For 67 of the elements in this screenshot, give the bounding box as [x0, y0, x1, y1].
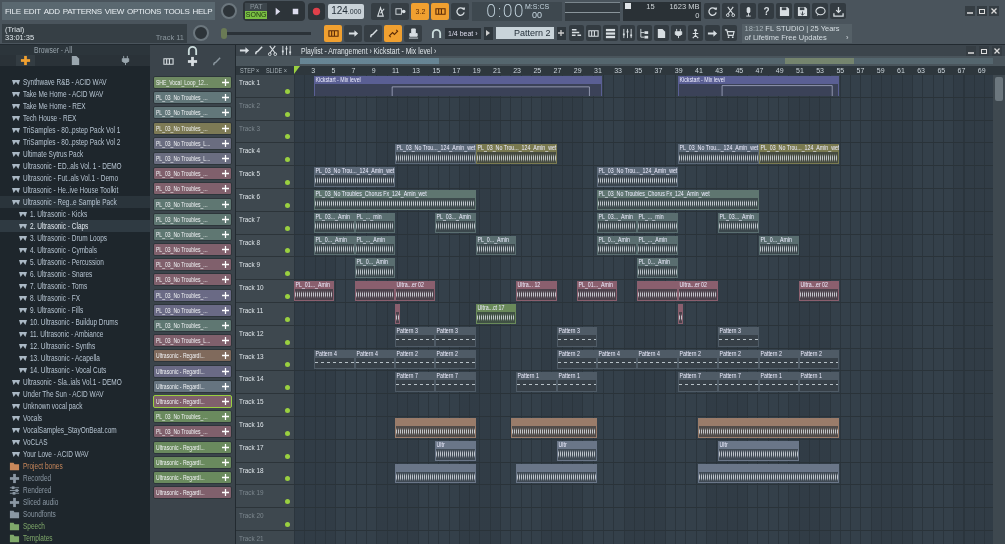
- browser-item[interactable]: Your Love - ACID WAV: [0, 448, 150, 460]
- track-label: Track 8: [239, 237, 261, 247]
- browser-item[interactable]: 10. Ultrasonic - Buildup Drums: [0, 316, 150, 328]
- track-label: Track 1: [239, 78, 261, 87]
- menu-item[interactable]: PATTERNS: [62, 6, 102, 16]
- browser-folder[interactable]: Sliced audio: [0, 496, 150, 508]
- browser-item[interactable]: Ultrasonic - Sla..ials Vol.1 - DEMO: [0, 376, 150, 388]
- track-label: Track 16: [239, 419, 264, 429]
- browser-item[interactable]: 6. Ultrasonic - Snares: [0, 268, 150, 280]
- track-label: Track 17: [239, 442, 264, 452]
- track-label: Track 4: [239, 146, 261, 156]
- browser-item[interactable]: Ultrasonic - He..ive House Toolkit: [0, 184, 150, 196]
- track-label: Track 11: [239, 305, 264, 315]
- track-label: Track 13: [239, 351, 264, 361]
- track-label: Track 14: [239, 374, 264, 384]
- browser-folder[interactable]: Project bones: [0, 460, 150, 472]
- browser-item[interactable]: TriSamples - 80..pstep Pack Vol 1: [0, 124, 150, 136]
- browser-title: Browser - All: [34, 45, 73, 55]
- track-label: Track 12: [239, 328, 264, 338]
- track-label: Track 9: [239, 260, 261, 270]
- browser-item[interactable]: 12. Ultrasonic - Synths: [0, 340, 150, 352]
- browser-item[interactable]: VoCLAS: [0, 436, 150, 448]
- browser-item[interactable]: 9. Ultrasonic - Fills: [0, 304, 150, 316]
- track-label: Track 15: [239, 397, 264, 407]
- menu-item[interactable]: EDIT: [23, 6, 41, 16]
- help-button[interactable]: ?: [758, 3, 775, 19]
- menu-item[interactable]: ADD: [43, 6, 60, 16]
- track-label: Track 6: [239, 192, 261, 201]
- browser-item[interactable]: Take Me Home - REX: [0, 100, 150, 112]
- browser-item[interactable]: 11. Ultrasonic - Ambiance: [0, 328, 150, 340]
- browser-folder[interactable]: Speech: [0, 520, 150, 532]
- menu-item[interactable]: FILE: [5, 6, 21, 16]
- track-label: Track 10: [239, 283, 264, 293]
- browser-item[interactable]: 13. Ultrasonic - Acapella: [0, 352, 150, 364]
- browser-item[interactable]: 2. Ultrasonic - Claps: [0, 220, 150, 232]
- track-label: Track 5: [239, 169, 261, 179]
- browser-folder[interactable]: Recorded: [0, 472, 150, 484]
- browser-item[interactable]: 4. Ultrasonic - Cymbals: [0, 244, 150, 256]
- browser-item[interactable]: 14. Ultrasonic - Vocal Cuts: [0, 364, 150, 376]
- menu-item[interactable]: VIEW: [104, 6, 125, 16]
- track-label: Track 7: [239, 214, 261, 224]
- menu-item[interactable]: HELP: [192, 6, 213, 16]
- playlist-title: Playlist - Arrangement › Kickstart - Mix level ›: [301, 45, 437, 56]
- browser-item[interactable]: Synthwave R&B - ACID WAV: [0, 76, 150, 88]
- track-label: Track 18: [239, 465, 264, 475]
- browser-item[interactable]: 7. Ultrasonic - Toms: [0, 280, 150, 292]
- menu-item[interactable]: TOOLS: [164, 6, 190, 16]
- browser-item[interactable]: TriSamples - 80..pstep Pack Vol 2: [0, 136, 150, 148]
- browser-item[interactable]: Under The Sun - ACID WAV: [0, 388, 150, 400]
- browser-folder[interactable]: Soundfonts: [0, 508, 150, 520]
- browser-item[interactable]: 8. Ultrasonic - FX: [0, 292, 150, 304]
- browser-item[interactable]: 5. Ultrasonic - Percussion: [0, 256, 150, 268]
- browser-item[interactable]: Ultrasonic - Fut..als Vol.1 - Demo: [0, 172, 150, 184]
- browser-item[interactable]: VocalSamples_StayOnBeat.com: [0, 424, 150, 436]
- browser-item[interactable]: 3. Ultrasonic - Drum Loops: [0, 232, 150, 244]
- browser-folder[interactable]: Rendered: [0, 484, 150, 496]
- browser-item[interactable]: Ultrasonic - ED..als Vol. 1 - DEMO: [0, 160, 150, 172]
- browser-item[interactable]: Tech House - REX: [0, 112, 150, 124]
- menu-item[interactable]: OPTIONS: [127, 6, 161, 16]
- browser-item[interactable]: Ultimate Sytrus Pack: [0, 148, 150, 160]
- browser-item[interactable]: Take Me Home - ACID WAV: [0, 88, 150, 100]
- browser-item[interactable]: Unknown vocal pack: [0, 400, 150, 412]
- browser-item[interactable]: Ultrasonic - Reg..e Sample Pack: [0, 196, 150, 208]
- pattern-selector[interactable]: Pattern 2: [495, 27, 554, 39]
- browser-item[interactable]: 1. Ultrasonic - Kicks: [0, 208, 150, 220]
- browser-item[interactable]: Vocals: [0, 412, 150, 424]
- browser-folder[interactable]: Templates: [0, 532, 150, 544]
